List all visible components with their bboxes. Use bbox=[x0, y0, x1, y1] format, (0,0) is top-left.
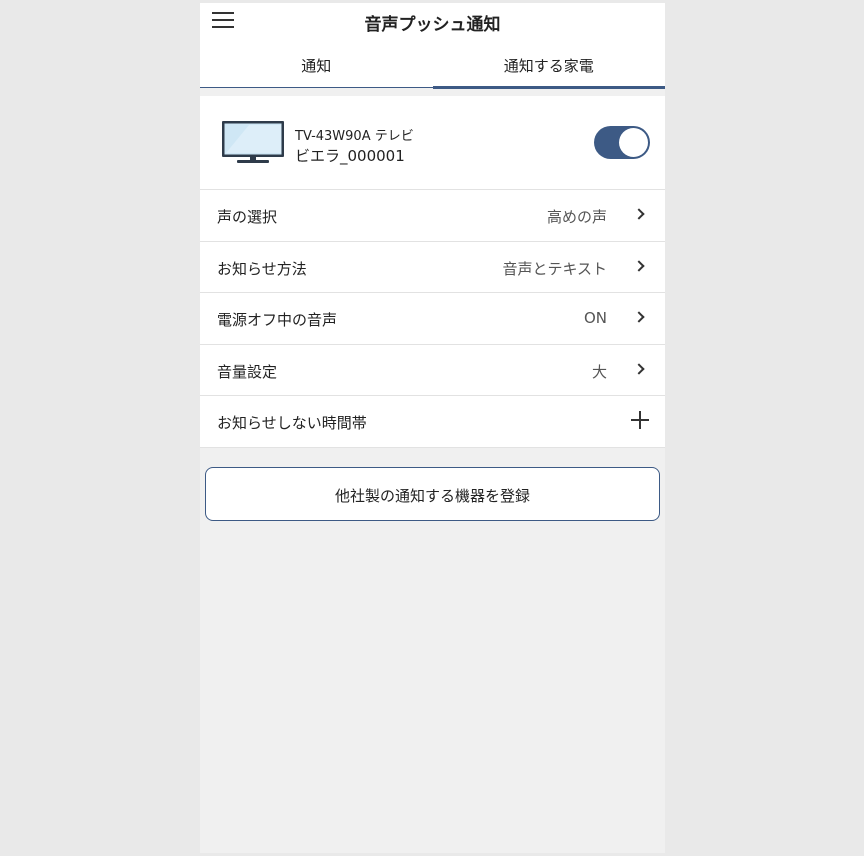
setting-row-quiet-hours[interactable]: お知らせしない時間帯 bbox=[200, 396, 665, 448]
setting-value: 高めの声 bbox=[546, 208, 607, 226]
setting-label: 声の選択 bbox=[217, 208, 278, 226]
setting-label: 音量設定 bbox=[217, 362, 278, 381]
page-title: 音声プッシュ通知 bbox=[364, 15, 501, 35]
setting-row-volume[interactable]: 音量設定 大 bbox=[200, 345, 665, 396]
tab-bar: 通知 通知する家電 bbox=[200, 45, 666, 89]
setting-value: 大 bbox=[591, 362, 607, 381]
register-third-party-device-button[interactable]: 他社製の通知する機器を登録 bbox=[205, 467, 660, 521]
device-name: ビエラ_000001 bbox=[295, 147, 405, 165]
tab-notifications[interactable]: 通知 bbox=[200, 45, 433, 88]
app-screen: 音声プッシュ通知 通知 通知する家電 TV-43W90A テレビ ビエラ_000… bbox=[200, 3, 665, 853]
chevron-right-icon bbox=[633, 208, 645, 220]
chevron-right-icon bbox=[633, 259, 645, 272]
setting-row-voice[interactable]: 声の選択 高めの声 bbox=[200, 190, 665, 242]
tab-notifying-appliances[interactable]: 通知する家電 bbox=[432, 45, 666, 89]
chevron-right-icon bbox=[633, 311, 645, 323]
setting-label: お知らせ方法 bbox=[217, 259, 307, 278]
setting-row-notification-method[interactable]: お知らせ方法 音声とテキスト bbox=[200, 242, 665, 293]
device-model: TV-43W90A テレビ bbox=[295, 129, 414, 144]
app-header: 音声プッシュ通知 bbox=[200, 3, 665, 45]
setting-label: お知らせしない時間帯 bbox=[217, 414, 367, 432]
setting-row-power-off-voice[interactable]: 電源オフ中の音声 ON bbox=[200, 293, 665, 345]
plus-icon[interactable] bbox=[631, 411, 649, 429]
setting-label: 電源オフ中の音声 bbox=[217, 311, 338, 329]
tv-icon bbox=[222, 121, 284, 163]
setting-value: 音声とテキスト bbox=[502, 259, 607, 278]
setting-value: ON bbox=[583, 309, 607, 327]
device-card: TV-43W90A テレビ ビエラ_000001 bbox=[200, 96, 665, 190]
toggle-knob bbox=[619, 128, 648, 157]
chevron-right-icon bbox=[633, 362, 645, 375]
device-enable-toggle[interactable] bbox=[594, 126, 650, 159]
settings-list: 声の選択 高めの声 お知らせ方法 音声とテキスト 電源オフ中の音声 ON 音量設… bbox=[200, 190, 665, 448]
